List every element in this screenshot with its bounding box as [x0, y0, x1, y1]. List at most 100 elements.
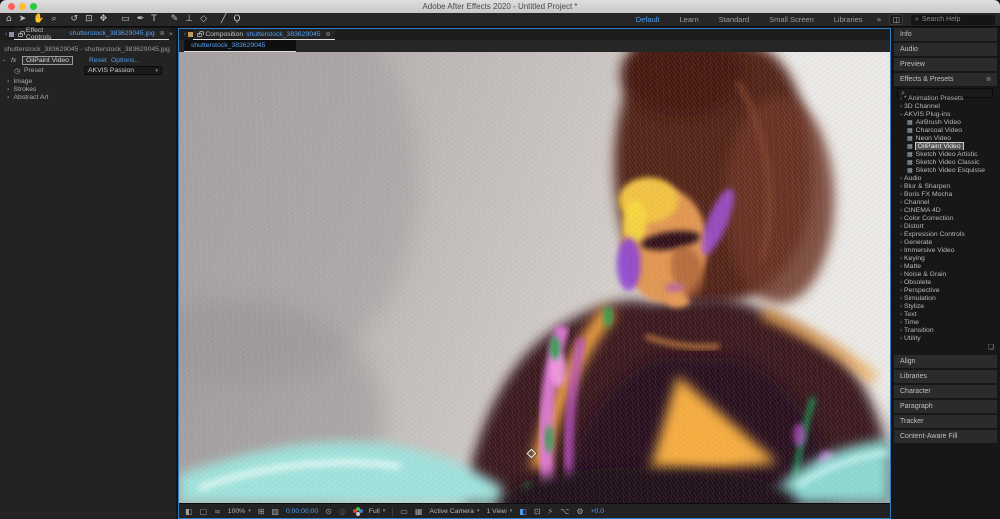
- zoom-window-button[interactable]: [30, 3, 37, 10]
- effect-item-sketch-video-classic[interactable]: ▦Sketch Video Classic: [895, 158, 997, 166]
- group-image[interactable]: ›Image: [0, 77, 176, 85]
- preset-select[interactable]: AKVIS Passion ▾: [84, 66, 162, 75]
- panel-menu-icon[interactable]: ≣: [326, 31, 331, 38]
- panel-bar-info[interactable]: Info: [894, 28, 997, 41]
- hand-tool[interactable]: ✋: [33, 13, 44, 26]
- type-tool[interactable]: T: [151, 13, 157, 26]
- rotation-tool[interactable]: ↺: [71, 13, 79, 26]
- category-akvis-plug-ins[interactable]: ›AKVIS Plug-ins: [895, 110, 997, 118]
- exposure-value[interactable]: +0.0: [591, 508, 604, 515]
- category-3d-channel[interactable]: ›3D Channel: [895, 102, 997, 110]
- workspace-tab-standard[interactable]: Standard: [719, 15, 749, 24]
- group-strokes[interactable]: ›Strokes: [0, 85, 176, 93]
- vr-view-icon[interactable]: ∞: [214, 505, 221, 518]
- category-perspective[interactable]: ›Perspective: [895, 286, 997, 294]
- category-matte[interactable]: ›Matte: [895, 262, 997, 270]
- workspace-tab-default[interactable]: Default: [636, 15, 660, 24]
- composition-viewer[interactable]: [179, 52, 890, 503]
- category-cinema-4d[interactable]: ›CINEMA 4D: [895, 206, 997, 214]
- snapshot-icon[interactable]: ⊙: [325, 505, 332, 518]
- category-expression-controls[interactable]: ›Expression Controls: [895, 230, 997, 238]
- mask-visibility-icon[interactable]: ▨: [271, 505, 279, 518]
- pen-tool[interactable]: ✒: [137, 13, 145, 26]
- panel-bar-paragraph[interactable]: Paragraph: [894, 400, 997, 413]
- panel-menu-icon[interactable]: ≣: [160, 30, 165, 37]
- category-distort[interactable]: ›Distort: [895, 222, 997, 230]
- category-obsolete[interactable]: ›Obsolete: [895, 278, 997, 286]
- expander-icon[interactable]: ›: [7, 78, 9, 85]
- effect-item-oilpaint-video[interactable]: ▦OilPaint Video: [895, 142, 997, 150]
- category-utility[interactable]: ›Utility: [895, 334, 997, 342]
- minimize-window-button[interactable]: [19, 3, 26, 10]
- zoom-tool[interactable]: ⌕: [51, 13, 56, 26]
- category-text[interactable]: ›Text: [895, 310, 997, 318]
- panel-bar-effects-and-presets[interactable]: Effects & Presets ≣: [894, 73, 997, 86]
- new-preset-icon[interactable]: ❏: [988, 343, 994, 351]
- pan-behind-tool[interactable]: ✥: [100, 13, 108, 26]
- region-of-interest-icon[interactable]: ▭: [400, 505, 408, 518]
- reset-button[interactable]: Reset: [89, 57, 107, 64]
- category-noise-grain[interactable]: ›Noise & Grain: [895, 270, 997, 278]
- home-tool[interactable]: ⌂: [6, 13, 12, 26]
- magnification-select[interactable]: 100%▾: [228, 508, 251, 515]
- resolution-select[interactable]: Full▾: [369, 508, 385, 515]
- always-preview-icon[interactable]: ◧: [185, 505, 193, 518]
- clone-stamp-tool[interactable]: ⊥: [185, 13, 193, 26]
- timecode[interactable]: 0;00;00;00: [286, 508, 318, 515]
- effect-expander-icon[interactable]: ›: [1, 59, 8, 61]
- options-button[interactable]: Options...: [111, 57, 140, 64]
- chevron-expanded-icon[interactable]: ›: [898, 111, 905, 117]
- flowchart-icon[interactable]: ⌥: [560, 505, 569, 518]
- category-boris-fx-mocha[interactable]: ›Boris FX Mocha: [895, 190, 997, 198]
- effect-item-charcoal-video[interactable]: ▦Charcoal Video: [895, 126, 997, 134]
- workspace-tab-small-screen[interactable]: Small Screen: [769, 15, 814, 24]
- effect-name[interactable]: OilPaint Video: [22, 56, 73, 65]
- category-time[interactable]: ›Time: [895, 318, 997, 326]
- fast-previews-icon[interactable]: ⚡: [548, 505, 554, 518]
- panel-bar-content-aware-fill[interactable]: Content-Aware Fill: [894, 430, 997, 443]
- panel-bar-tracker[interactable]: Tracker: [894, 415, 997, 428]
- workspace-switcher-icon[interactable]: ◫: [889, 14, 903, 25]
- roto-brush-tool[interactable]: ╱: [221, 13, 226, 26]
- workspace-overflow-icon[interactable]: »: [877, 15, 882, 24]
- category-color-correction[interactable]: ›Color Correction: [895, 214, 997, 222]
- settings-icon[interactable]: ⚙: [576, 505, 583, 518]
- panel-bar-character[interactable]: Character: [894, 385, 997, 398]
- channels-icon[interactable]: [353, 507, 362, 516]
- grid-guides-icon[interactable]: ⊞: [258, 505, 265, 518]
- composition-canvas[interactable]: [179, 52, 890, 503]
- composition-subtab[interactable]: shutterstock_383629045: [184, 40, 296, 52]
- category-audio[interactable]: ›Audio: [895, 174, 997, 182]
- view-layout-select[interactable]: 1 View▾: [486, 508, 512, 515]
- effect-item-neon-video[interactable]: ▦Neon Video: [895, 134, 997, 142]
- eraser-tool[interactable]: ◇: [200, 13, 207, 26]
- category-transition[interactable]: ›Transition: [895, 326, 997, 334]
- panel-menu-icon[interactable]: ≣: [986, 76, 991, 83]
- category-stylize[interactable]: ›Stylize: [895, 302, 997, 310]
- effect-item-sketch-video-artistic[interactable]: ▦Sketch Video Artistic: [895, 150, 997, 158]
- workspace-tab-libraries[interactable]: Libraries: [834, 15, 863, 24]
- camera-tool[interactable]: ⊡: [85, 13, 93, 26]
- tab-composition[interactable]: Composition shutterstock_383629045 ≣: [193, 29, 334, 40]
- camera-view-select[interactable]: Active Camera▾: [429, 508, 479, 515]
- show-snapshot-icon[interactable]: ◎: [339, 505, 346, 518]
- category-generate[interactable]: ›Generate: [895, 238, 997, 246]
- panel-bar-libraries[interactable]: Libraries: [894, 370, 997, 383]
- expander-icon[interactable]: ›: [7, 86, 9, 93]
- category-simulation[interactable]: ›Simulation: [895, 294, 997, 302]
- help-search-input[interactable]: ⌕ Search Help: [911, 15, 995, 25]
- effect-item-sketch-video-esquisse[interactable]: ▦Sketch Video Esquisse: [895, 166, 997, 174]
- shape-tool[interactable]: ▭: [121, 13, 130, 26]
- category-keying[interactable]: ›Keying: [895, 254, 997, 262]
- tab-nav-left-icon[interactable]: ‹: [5, 31, 7, 38]
- transparency-grid-icon[interactable]: ▦: [415, 505, 423, 518]
- brush-tool[interactable]: ✎: [171, 13, 179, 26]
- main-monitor-icon[interactable]: ▢: [200, 505, 208, 518]
- puppet-pin-tool[interactable]: Ϙ: [233, 13, 240, 26]
- workspace-tab-learn[interactable]: Learn: [680, 15, 699, 24]
- expander-icon[interactable]: ›: [7, 94, 9, 101]
- panel-bar-audio[interactable]: Audio: [894, 43, 997, 56]
- pixel-aspect-icon[interactable]: ⊡: [534, 505, 541, 518]
- group-abstract-art[interactable]: ›Abstract Art: [0, 93, 176, 101]
- tab-effect-controls[interactable]: Effect Controls shutterstock_383629045.j…: [14, 28, 169, 40]
